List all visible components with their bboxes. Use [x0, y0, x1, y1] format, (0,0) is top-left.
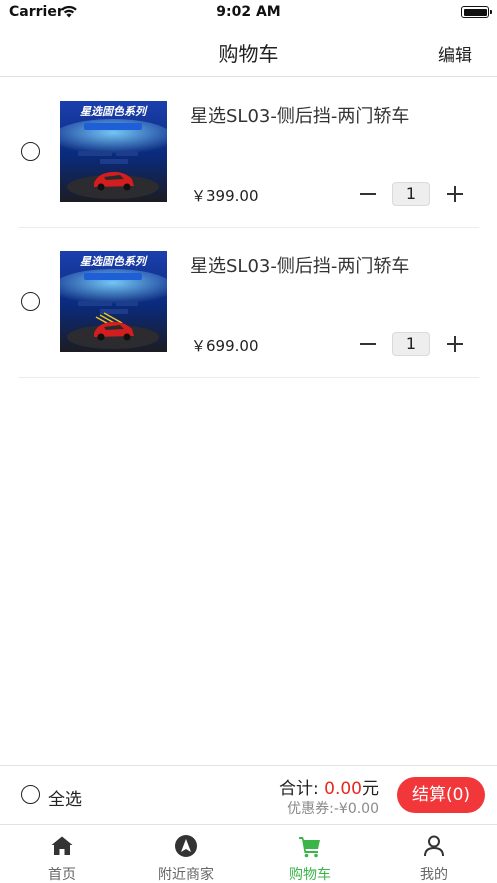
tab-label: 首页	[48, 867, 76, 883]
tab-home[interactable]: 首页	[0, 825, 124, 883]
status-bar: Carrier 9:02 AM	[0, 0, 497, 26]
select-all-radio[interactable]	[21, 785, 40, 804]
checkout-button[interactable]: 结算(0)	[397, 777, 485, 813]
select-all-label[interactable]: 全选	[48, 785, 82, 810]
total-unit: 元	[362, 779, 379, 799]
item-divider	[18, 377, 479, 378]
item-select-radio[interactable]	[21, 142, 40, 161]
quantity-increase-button[interactable]	[443, 332, 467, 356]
item-select-radio[interactable]	[21, 292, 40, 311]
checkout-bar: 全选 合计: 0.00元 优惠券:-¥0.00 结算(0)	[0, 765, 497, 824]
coupon-text: 优惠券:-¥0.00	[287, 801, 379, 817]
product-image-caption: 星选固色系列	[80, 105, 148, 118]
quantity-field[interactable]: 1	[392, 182, 430, 206]
product-image[interactable]: 星选固色系列	[60, 101, 167, 202]
product-name[interactable]: 星选SL03-侧后挡-两门轿车	[190, 252, 409, 278]
product-price: ￥399.00	[191, 187, 259, 205]
total-label: 合计:	[279, 779, 325, 799]
tab-profile[interactable]: 我的	[372, 825, 496, 883]
user-icon	[424, 835, 444, 857]
product-image[interactable]: 星选固色系列	[60, 251, 167, 352]
quantity-field[interactable]: 1	[392, 332, 430, 356]
tab-cart[interactable]: 购物车	[248, 825, 372, 883]
product-price: ￥699.00	[191, 337, 259, 355]
tab-label: 附近商家	[158, 867, 214, 883]
quantity-decrease-button[interactable]	[356, 332, 380, 356]
cart-icon	[299, 837, 320, 858]
total-amount: 0.00	[324, 779, 362, 799]
tab-label: 我的	[420, 867, 448, 883]
cart-screen: Carrier 9:02 AM 购物车 编辑 星选固色系列 星选SL03-侧后挡…	[0, 0, 497, 883]
tab-nearby-merchants[interactable]: 附近商家	[124, 825, 248, 883]
navigation-compass-icon	[175, 835, 197, 857]
cart-list: 星选固色系列 星选SL03-侧后挡-两门轿车 ￥399.00 1 星选固色系列 …	[0, 78, 497, 378]
cart-item: 星选固色系列 星选SL03-侧后挡-两门轿车 ￥699.00 1	[0, 228, 497, 378]
nav-bar: 购物车 编辑	[0, 26, 497, 77]
page-title: 购物车	[218, 42, 279, 66]
product-name[interactable]: 星选SL03-侧后挡-两门轿车	[190, 102, 409, 128]
tab-bar: 首页 附近商家 购物车 我的	[0, 824, 497, 883]
tab-label: 购物车	[289, 867, 331, 883]
home-icon	[51, 836, 73, 855]
battery-icon	[461, 6, 492, 18]
total-line: 合计: 0.00元	[279, 774, 379, 799]
status-time: 9:02 AM	[216, 4, 281, 20]
quantity-decrease-button[interactable]	[356, 182, 380, 206]
product-image-caption: 星选固色系列	[80, 255, 148, 268]
cart-item: 星选固色系列 星选SL03-侧后挡-两门轿车 ￥399.00 1	[0, 78, 497, 228]
quantity-increase-button[interactable]	[443, 182, 467, 206]
edit-button[interactable]: 编辑	[438, 41, 472, 66]
